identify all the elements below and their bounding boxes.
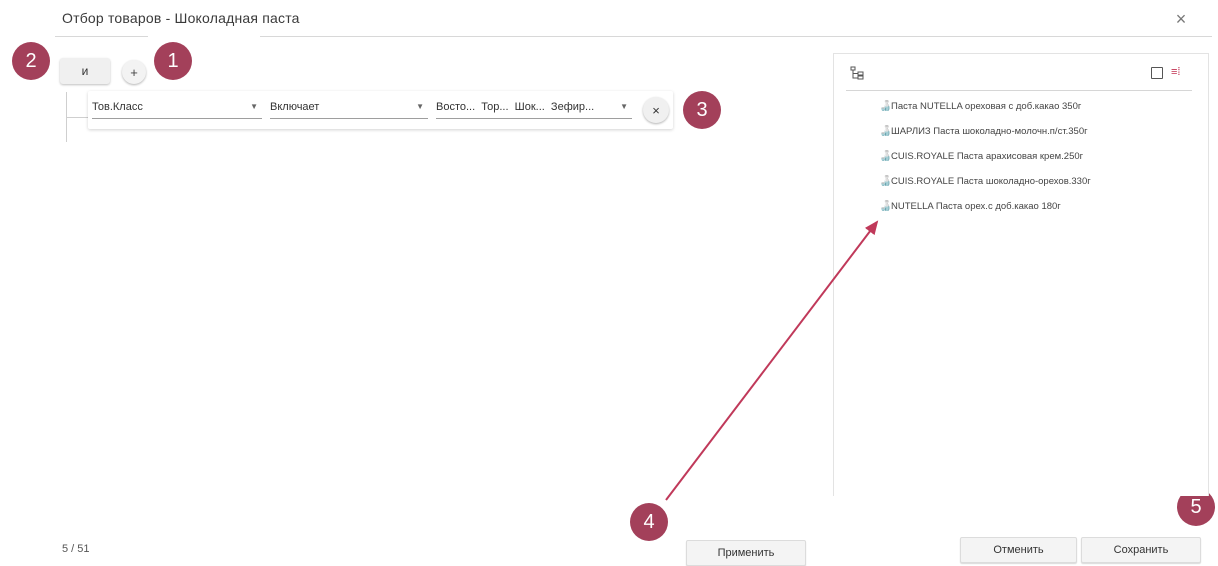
bottle-icon: 🍶 [879, 201, 892, 212]
callout-badge-1: 1 [154, 42, 192, 80]
values-select[interactable]: Восто... Тор... Шок... Зефир... ▼ [436, 96, 632, 119]
title-divider-gap [148, 35, 260, 37]
list-item[interactable]: 🍶Паста NUTELLA ореховая с доб.какао 350г [879, 99, 1081, 115]
panel-divider [846, 90, 1192, 91]
list-item[interactable]: 🍶ШАРЛИЗ Паста шоколадно-молочн.п/ст.350г [879, 124, 1088, 140]
tree-icon-svg [850, 66, 864, 80]
list-item[interactable]: 🍶CUIS.ROYALE Паста арахисовая крем.250г [879, 149, 1083, 165]
field-select-value: Тов.Класс [92, 101, 143, 113]
add-condition-button[interactable]: + [122, 60, 146, 84]
chevron-down-icon: ▼ [620, 102, 628, 111]
operator-select-value: Включает [270, 101, 320, 113]
callout-badge-4: 4 [630, 503, 668, 541]
bottle-icon: 🍶 [879, 151, 892, 162]
window-view-icon[interactable] [1151, 67, 1163, 79]
chevron-down-icon: ▼ [416, 102, 424, 111]
bottle-icon: 🍶 [879, 176, 892, 187]
chevron-down-icon: ▼ [250, 102, 258, 111]
callout-badge-2: 2 [12, 42, 50, 80]
dialog-title: Отбор товаров - Шоколадная паста [62, 10, 300, 26]
apply-button[interactable]: Применить [686, 540, 806, 566]
values-select-value: Восто... Тор... Шок... Зефир... [436, 101, 595, 113]
list-item[interactable]: 🍶NUTELLA Паста орех.с доб.какао 180г [879, 199, 1061, 215]
bottle-icon: 🍶 [879, 126, 892, 137]
close-icon[interactable]: × [1170, 8, 1192, 30]
operator-select[interactable]: Включает ▼ [270, 96, 428, 119]
list-view-icon[interactable]: ≡⁞ [1171, 66, 1180, 78]
bottle-icon: 🍶 [879, 101, 892, 112]
list-item[interactable]: 🍶CUIS.ROYALE Паста шоколадно-орехов.330г [879, 174, 1091, 190]
result-counter: 5 / 51 [62, 543, 90, 555]
remove-condition-button[interactable]: × [643, 97, 669, 123]
cancel-button[interactable]: Отменить [960, 537, 1077, 563]
tree-connector-branch [66, 117, 88, 118]
results-panel [833, 53, 1209, 496]
tree-view-icon[interactable] [850, 66, 864, 83]
save-button[interactable]: Сохранить [1081, 537, 1201, 563]
callout-badge-3: 3 [683, 91, 721, 129]
field-select[interactable]: Тов.Класс ▼ [92, 96, 262, 119]
logic-and-button[interactable]: и [60, 58, 110, 84]
